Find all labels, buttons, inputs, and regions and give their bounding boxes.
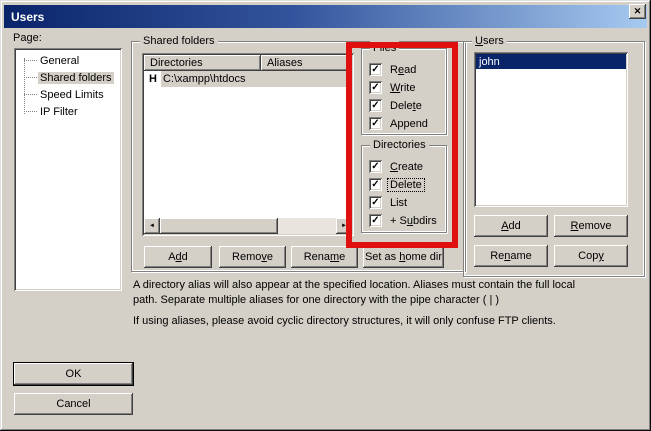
close-icon: ✕ [634, 6, 642, 17]
window-title: Users [4, 10, 44, 24]
rename-directory-button[interactable]: Rename [291, 246, 358, 268]
sidebar-item-ip-filter[interactable]: IP Filter [38, 104, 80, 119]
sidebar-item-shared-folders[interactable]: Shared folders [38, 70, 114, 85]
checkbox-checked-icon: ✓ [369, 160, 382, 173]
checkbox-checked-icon: ✓ [369, 99, 382, 112]
sidebar-item-general[interactable]: General [38, 53, 81, 68]
users-dialog: Users ✕ Page: General Shared folders Spe… [0, 0, 651, 431]
titlebar: Users [4, 5, 647, 28]
alias-info-text: A directory alias will also appear at th… [133, 278, 645, 329]
shared-folders-group-label: Shared folders [140, 34, 218, 48]
info-line-1: A directory alias will also appear at th… [133, 278, 645, 293]
checkbox-checked-icon: ✓ [369, 117, 382, 130]
checkbox-subdirs[interactable]: ✓ + Subdirs [369, 214, 439, 227]
arrow-left-icon: ◄ [149, 223, 155, 229]
checkbox-checked-icon: ✓ [369, 196, 382, 209]
checkbox-checked-icon: ✓ [369, 63, 382, 76]
tree-branch-line [24, 77, 37, 78]
horizontal-scrollbar[interactable]: ◄ ► [144, 218, 352, 234]
tree-branch-line [24, 111, 37, 112]
tree-branch-line [24, 60, 37, 61]
directories-list-header: Directories Aliases [144, 55, 352, 71]
rename-user-button[interactable]: Rename [474, 245, 548, 267]
ok-button[interactable]: OK [14, 363, 133, 385]
arrow-right-icon: ► [341, 223, 347, 229]
home-flag: H [144, 73, 161, 85]
user-row-john[interactable]: john [476, 54, 626, 69]
scroll-right-button[interactable]: ► [336, 218, 352, 234]
checkbox-list[interactable]: ✓ List [369, 196, 409, 209]
info-line-3: If using aliases, please avoid cyclic di… [133, 314, 645, 329]
checkbox-delete-file[interactable]: ✓ Delete [369, 99, 424, 112]
directories-group-label: Directories [370, 138, 429, 152]
column-header-aliases[interactable]: Aliases [261, 55, 352, 71]
tree-branch-line [24, 94, 37, 95]
checkbox-read[interactable]: ✓ Read [369, 63, 418, 76]
remove-directory-button[interactable]: Remove [219, 246, 286, 268]
scrollbar-thumb[interactable] [160, 218, 278, 234]
cancel-button[interactable]: Cancel [14, 393, 133, 415]
close-button[interactable]: ✕ [629, 4, 646, 19]
checkbox-write[interactable]: ✓ Write [369, 81, 417, 94]
checkbox-checked-icon: ✓ [369, 214, 382, 227]
directories-permissions-group: Directories ✓ Create ✓ Delete ✓ List ✓ +… [361, 145, 447, 233]
tree-connector-line [24, 58, 25, 114]
set-as-home-dir-button[interactable]: Set as home dir [363, 246, 444, 268]
checkbox-append[interactable]: ✓ Append [369, 117, 430, 130]
add-user-button[interactable]: Add [474, 215, 548, 237]
files-permissions-group: Files ✓ Read ✓ Write ✓ Delete ✓ Append [361, 48, 447, 135]
info-line-2: path. Separate multiple aliases for one … [133, 293, 645, 308]
checkbox-create[interactable]: ✓ Create [369, 160, 425, 173]
users-group-label: Users [472, 34, 507, 48]
add-directory-button[interactable]: Add [144, 246, 212, 268]
page-label: Page: [13, 32, 42, 44]
directory-path: C:\xampp\htdocs [161, 71, 352, 87]
checkbox-checked-icon: ✓ [369, 81, 382, 94]
directory-row[interactable]: H C:\xampp\htdocs [144, 71, 352, 87]
checkbox-checked-icon: ✓ [369, 178, 382, 191]
users-list[interactable]: john [474, 52, 628, 207]
page-tree[interactable]: General Shared folders Speed Limits IP F… [14, 48, 122, 291]
column-header-directories[interactable]: Directories [144, 55, 261, 71]
scroll-left-button[interactable]: ◄ [144, 218, 160, 234]
remove-user-button[interactable]: Remove [554, 215, 628, 237]
files-group-label: Files [370, 41, 399, 55]
directories-list[interactable]: Directories Aliases H C:\xampp\htdocs ◄ … [142, 53, 354, 236]
sidebar-item-speed-limits[interactable]: Speed Limits [38, 87, 106, 102]
copy-user-button[interactable]: Copy [554, 245, 628, 267]
checkbox-delete-dir[interactable]: ✓ Delete [369, 178, 424, 191]
